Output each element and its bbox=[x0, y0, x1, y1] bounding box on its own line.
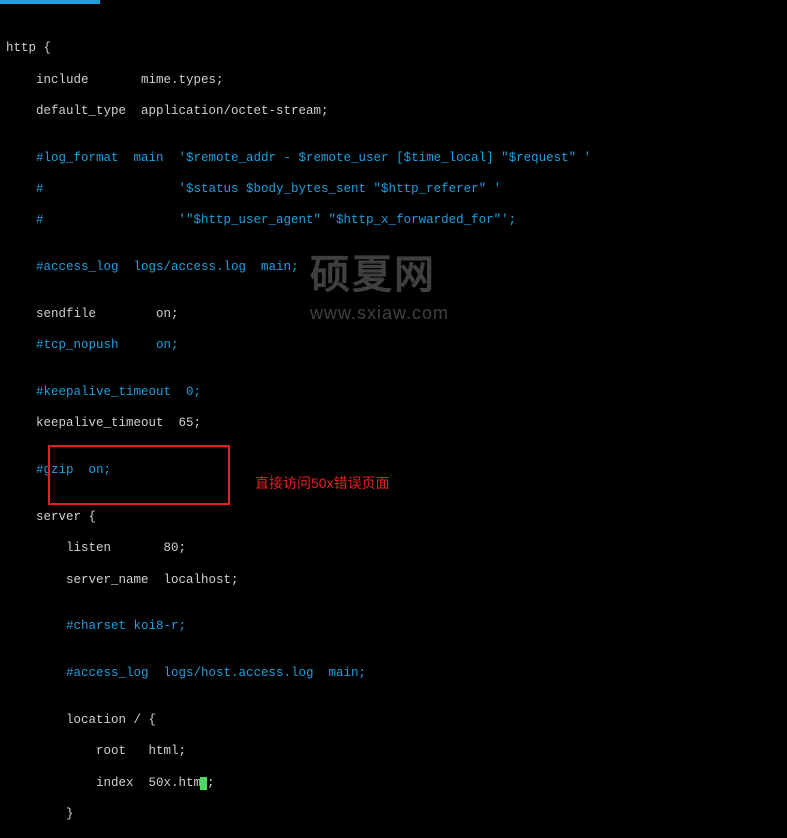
code-editor-viewport: http { include mime.types; default_type … bbox=[6, 10, 781, 838]
code-line: location / { bbox=[6, 713, 781, 729]
code-line: server { bbox=[6, 510, 781, 526]
code-line-comment: # '$status $body_bytes_sent "$http_refer… bbox=[6, 182, 781, 198]
code-line: root html; bbox=[6, 744, 781, 760]
code-line-cursor: index 50x.htm; bbox=[6, 776, 781, 792]
code-line: keepalive_timeout 65; bbox=[6, 416, 781, 432]
code-line-comment: #log_format main '$remote_addr - $remote… bbox=[6, 151, 781, 167]
code-line: http { bbox=[6, 41, 781, 57]
code-line: server_name localhost; bbox=[6, 573, 781, 589]
cursor-icon bbox=[200, 777, 207, 790]
annotation-text: 直接访问50x错误页面 bbox=[255, 475, 390, 493]
code-line-comment: #access_log logs/access.log main; bbox=[6, 260, 781, 276]
code-line: sendfile on; bbox=[6, 307, 781, 323]
code-line: } bbox=[6, 807, 781, 823]
code-line: listen 80; bbox=[6, 541, 781, 557]
code-line-comment: #access_log logs/host.access.log main; bbox=[6, 666, 781, 682]
code-line-comment: #keepalive_timeout 0; bbox=[6, 385, 781, 401]
code-line-comment: #tcp_nopush on; bbox=[6, 338, 781, 354]
code-line: default_type application/octet-stream; bbox=[6, 104, 781, 120]
code-line-comment: #charset koi8-r; bbox=[6, 619, 781, 635]
code-line-comment: #gzip on; bbox=[6, 463, 781, 479]
code-line: include mime.types; bbox=[6, 73, 781, 89]
code-line-comment: # '"$http_user_agent" "$http_x_forwarded… bbox=[6, 213, 781, 229]
title-bar-accent bbox=[0, 0, 100, 4]
